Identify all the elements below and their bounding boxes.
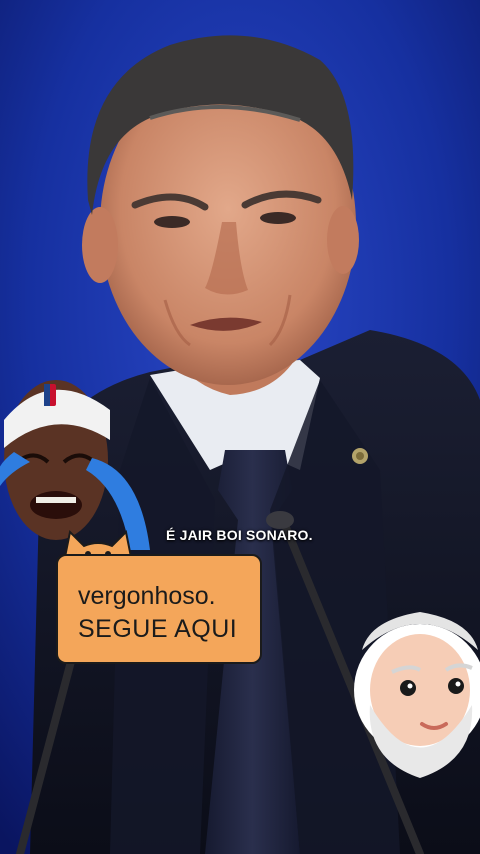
cat-bubble-sticker: vergonhoso. SEGUE AQUI [56,528,264,666]
left-eye [154,216,190,228]
left-ear [82,207,118,283]
right-eye [260,212,296,224]
right-ear [327,206,359,274]
video-caption: É JAIR BOI SONARO. [166,527,313,543]
background-scene [0,0,480,854]
video-frame: vergonhoso. SEGUE AQUI É JAIR BOI SONARO… [0,0,480,854]
bubble-text-line1: vergonhoso. [78,582,216,610]
bubble-text-line2: SEGUE AQUI [78,615,238,643]
